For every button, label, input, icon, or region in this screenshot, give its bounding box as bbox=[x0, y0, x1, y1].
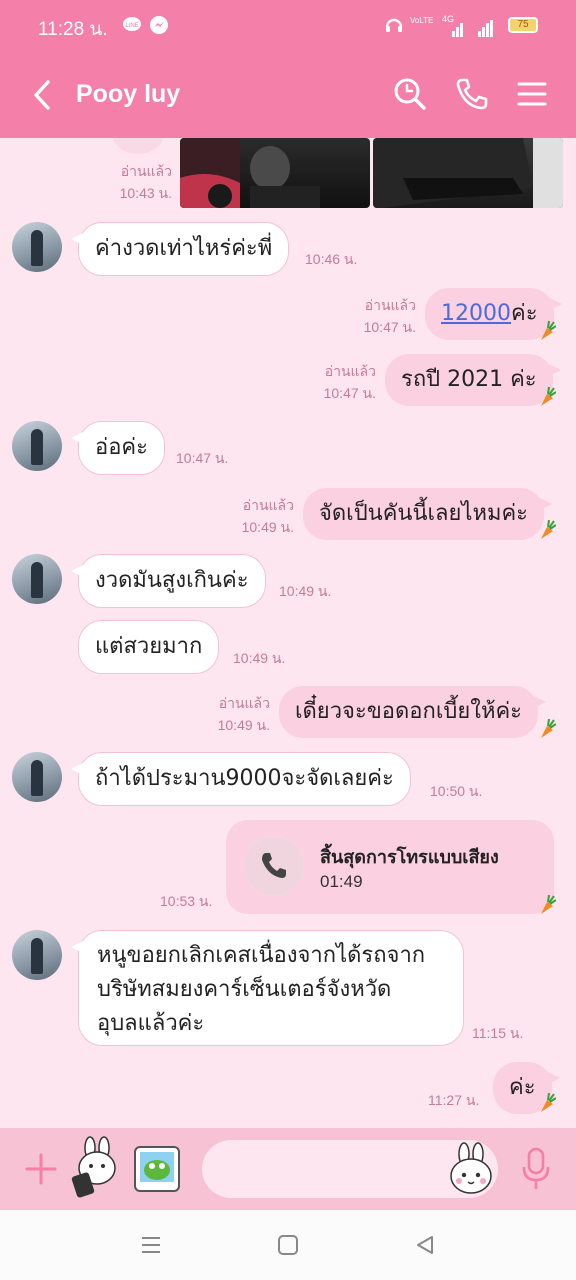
message-time: 11:27 น. bbox=[428, 1092, 480, 1108]
avatar[interactable] bbox=[12, 222, 62, 272]
message-bubble[interactable]: ถ้าได้ประมาน9000จะจัดเลยค่ะ bbox=[71, 752, 411, 806]
message-bubble[interactable]: 12000ค่ะ bbox=[425, 288, 562, 340]
back-nav-icon[interactable] bbox=[414, 1234, 436, 1260]
message-bubble[interactable]: เดี๋ยวจะขอดอกเบี้ยให้ค่ะ bbox=[279, 686, 546, 738]
emoji-icon[interactable] bbox=[448, 1142, 494, 1200]
chat-title[interactable]: Pooy luy bbox=[76, 80, 180, 109]
car-interior-photo-1[interactable] bbox=[180, 138, 370, 208]
call-title: สิ้นสุดการโทรแบบเสียง bbox=[320, 847, 499, 868]
svg-text:LINE: LINE bbox=[125, 23, 138, 29]
read-receipt: อ่านแล้ว bbox=[218, 695, 270, 711]
avatar[interactable] bbox=[12, 930, 62, 980]
message-bubble[interactable]: จัดเป็นคันนี้เลยไหมค่ะ bbox=[303, 488, 552, 540]
signal-icon bbox=[452, 18, 464, 37]
system-nav-bar bbox=[0, 1210, 576, 1280]
message-time: 11:15 น. bbox=[472, 1025, 524, 1041]
phone-number-link[interactable]: 12000 bbox=[441, 301, 511, 326]
message-line: หนูขอยกเลิกเคสเนื่องจากได้รถจาก bbox=[97, 943, 426, 968]
read-receipt: อ่านแล้ว bbox=[364, 297, 416, 313]
voice-call-card[interactable]: สิ้นสุดการโทรแบบเสียง 01:49 bbox=[226, 820, 554, 914]
message-time: 10:53 น. bbox=[160, 893, 213, 909]
messenger-icon bbox=[149, 15, 169, 39]
carrot-icon bbox=[538, 718, 557, 740]
chat-area[interactable]: อ่านแล้ว 10:43 น. ค่างวดเท่าไหร่ค่ะพี่ 1… bbox=[0, 138, 576, 1128]
headset-icon bbox=[384, 15, 404, 39]
status-bar: 11:28 น. LINE VoLTE 4G 75 bbox=[0, 0, 576, 52]
message-time: 10:50 น. bbox=[430, 783, 483, 799]
message-time: 10:47 น. bbox=[363, 319, 416, 335]
message-time: 10:49 น. bbox=[241, 519, 294, 535]
mic-icon[interactable] bbox=[520, 1146, 552, 1196]
carrot-icon bbox=[538, 894, 557, 916]
message-time: 10:49 น. bbox=[217, 717, 270, 733]
message-time: 10:46 น. bbox=[305, 251, 358, 267]
message-time: 10:47 น. bbox=[323, 385, 376, 401]
read-receipt: อ่านแล้ว bbox=[120, 163, 172, 179]
battery-icon: 75 bbox=[508, 17, 538, 33]
carrot-icon bbox=[538, 320, 557, 342]
message-bubble[interactable]: หนูขอยกเลิกเคสเนื่องจากได้รถจาก บริษัทสม… bbox=[71, 930, 464, 1046]
home-nav-icon[interactable] bbox=[277, 1234, 299, 1260]
phone-call-icon bbox=[244, 836, 304, 896]
plus-icon[interactable] bbox=[24, 1152, 58, 1190]
phone-icon[interactable] bbox=[454, 76, 490, 112]
carrot-icon bbox=[538, 1092, 557, 1114]
sticker-icon[interactable] bbox=[70, 1136, 122, 1202]
message-time: 10:43 น. bbox=[119, 185, 172, 201]
message-line: อุบลแล้วค่ะ bbox=[97, 1011, 205, 1036]
menu-icon[interactable] bbox=[514, 76, 550, 112]
carrot-icon bbox=[538, 386, 557, 408]
message-suffix: ค่ะ bbox=[511, 301, 538, 326]
line-app-icon: LINE bbox=[122, 15, 142, 39]
read-receipt: อ่านแล้ว bbox=[242, 497, 294, 513]
message-time: 10:49 น. bbox=[279, 583, 332, 599]
message-time: 10:47 น. bbox=[176, 450, 229, 466]
carrot-icon bbox=[538, 519, 557, 541]
message-bubble[interactable]: แต่สวยมาก bbox=[78, 620, 220, 674]
recents-nav-icon[interactable] bbox=[140, 1234, 162, 1260]
photo-icon[interactable] bbox=[132, 1144, 182, 1198]
message-time: 10:49 น. bbox=[233, 650, 286, 666]
car-interior-photo-2[interactable] bbox=[373, 138, 563, 208]
signal-icon-2 bbox=[478, 18, 494, 37]
message-bubble[interactable]: งวดมันสูงเกินค่ะ bbox=[71, 554, 266, 608]
avatar[interactable] bbox=[12, 752, 62, 802]
message-bubble[interactable]: ค่างวดเท่าไหร่ค่ะพี่ bbox=[70, 222, 290, 276]
avatar[interactable] bbox=[12, 554, 62, 604]
volte-icon: VoLTE bbox=[410, 16, 434, 25]
input-bar bbox=[0, 1128, 576, 1210]
status-time: 11:28 น. bbox=[38, 19, 108, 40]
back-icon[interactable] bbox=[30, 78, 54, 112]
call-duration: 01:49 bbox=[320, 872, 363, 891]
avatar[interactable] bbox=[12, 421, 62, 471]
chat-header: Pooy luy bbox=[0, 52, 576, 138]
message-bubble[interactable]: อ่อค่ะ bbox=[71, 421, 165, 475]
search-icon[interactable] bbox=[392, 76, 428, 112]
avatar-partial bbox=[112, 138, 164, 154]
message-line: บริษัทสมยงคาร์เซ็นเตอร์จังหวัด bbox=[97, 977, 392, 1002]
read-receipt: อ่านแล้ว bbox=[324, 363, 376, 379]
message-bubble[interactable]: รถปี 2021 ค่ะ bbox=[385, 354, 561, 406]
